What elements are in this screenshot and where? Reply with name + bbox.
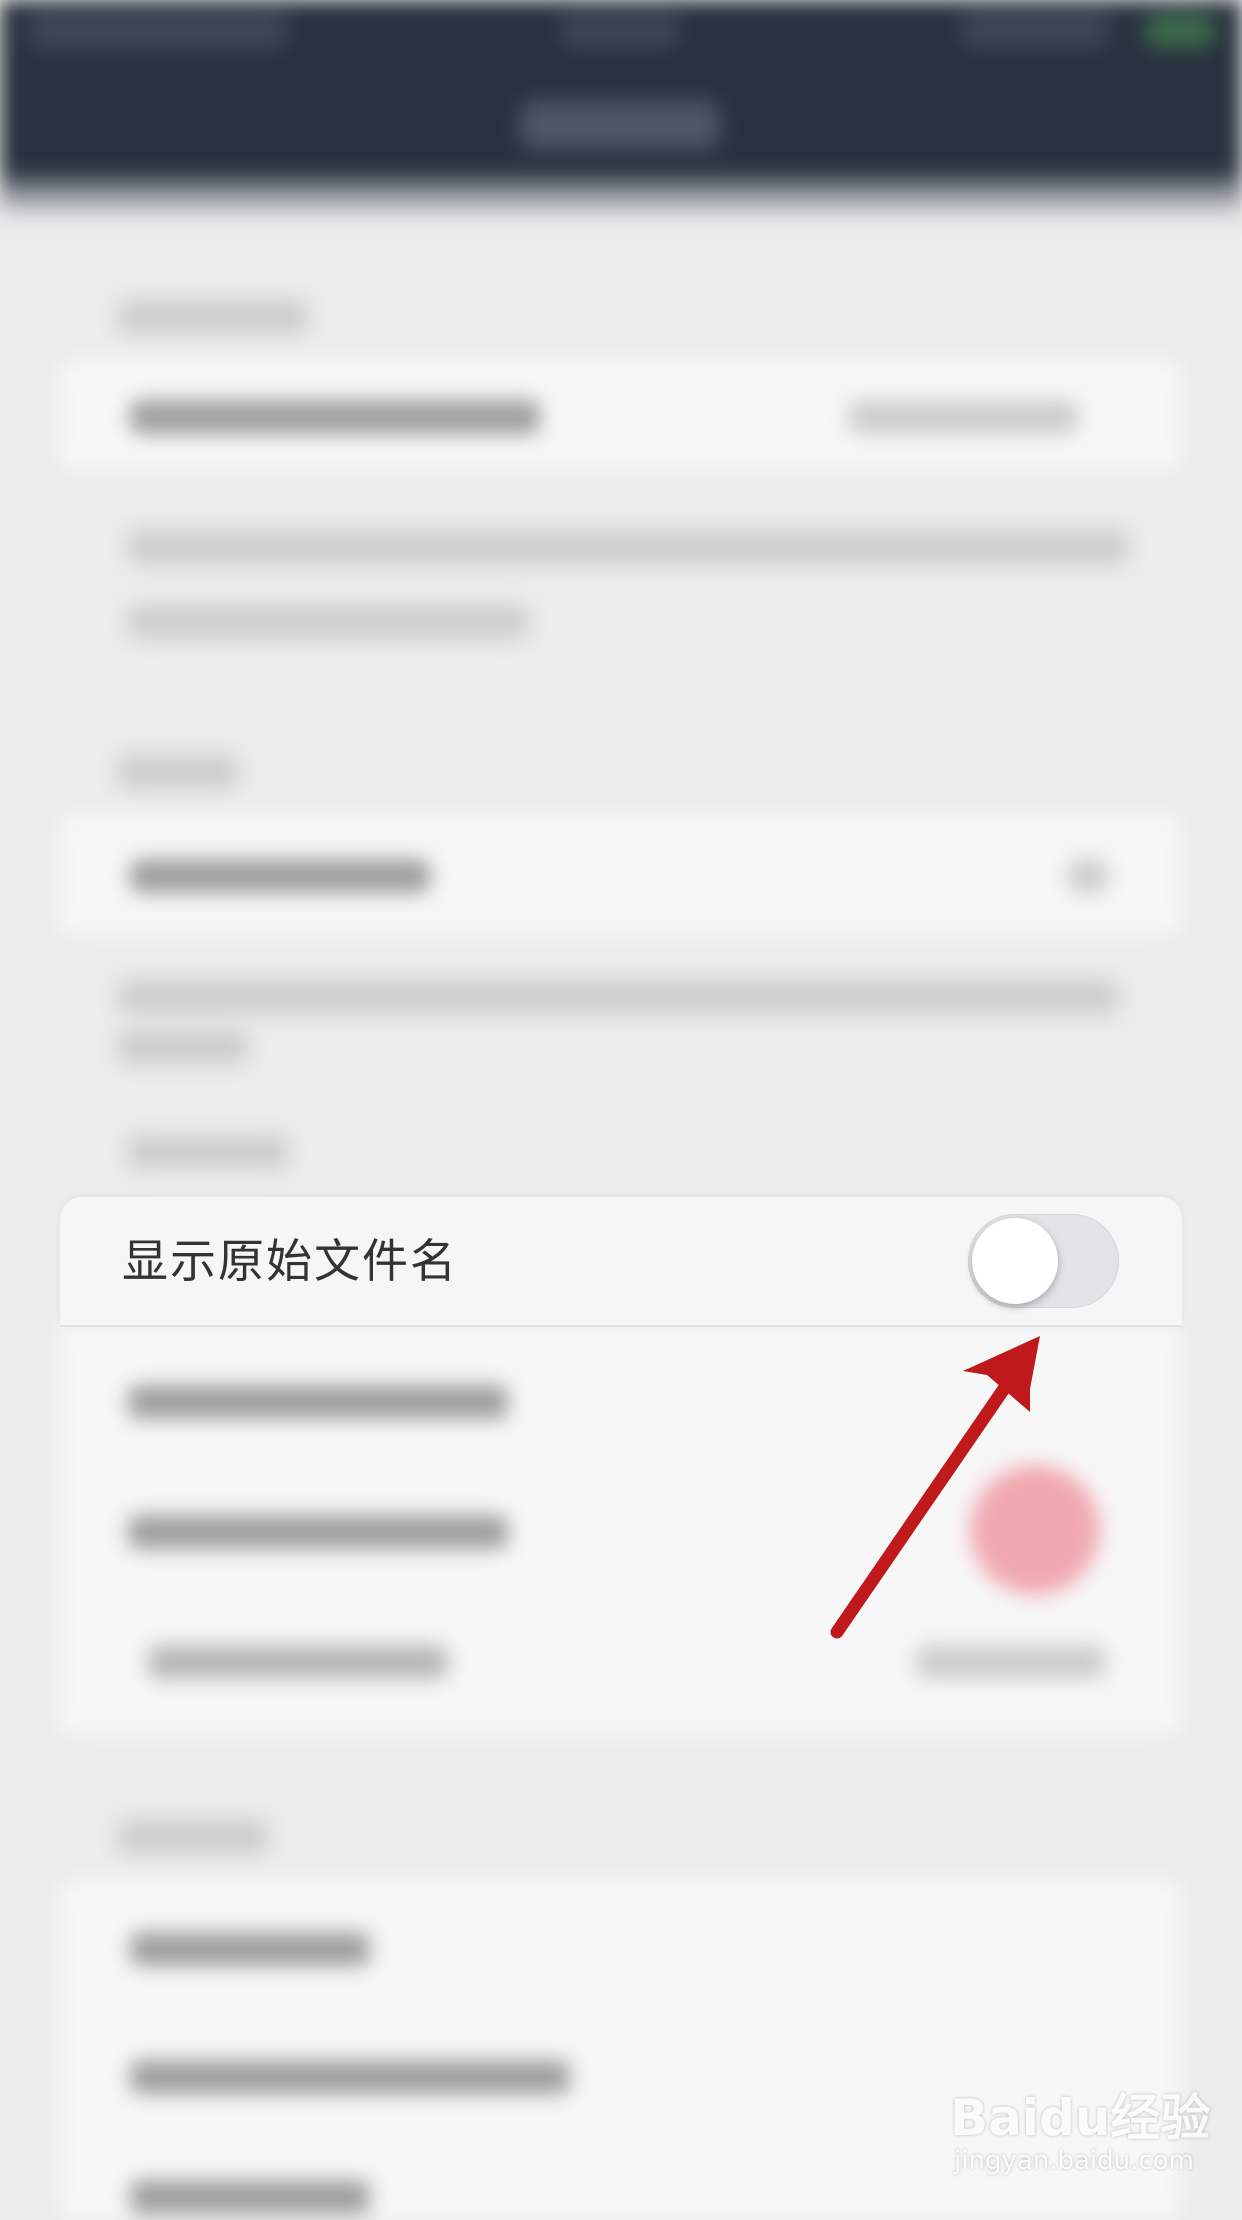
nav-title	[520, 100, 720, 150]
watermark-brand: Baidu经验	[950, 2089, 1211, 2147]
top-bar	[0, 0, 1242, 185]
section-header	[118, 1820, 268, 1854]
watermark-url: jingyan.baidu.com	[954, 2146, 1194, 2176]
show-original-filename-row[interactable]: 显示原始文件名	[60, 1197, 1182, 1327]
section-header	[118, 300, 308, 334]
battery-icon	[1145, 14, 1215, 48]
baidu-watermark: Baidu经验 jingyan.baidu.com	[950, 2078, 1210, 2188]
status-bar-left	[28, 10, 288, 50]
settings-card	[58, 1325, 1182, 1735]
red-indicator	[970, 1465, 1100, 1595]
section-header	[118, 755, 238, 789]
show-original-filename-label: 显示原始文件名	[122, 1234, 458, 1288]
show-original-filename-toggle[interactable]	[968, 1214, 1119, 1308]
blurred-background	[0, 0, 1242, 2220]
settings-card	[58, 360, 1182, 470]
settings-card	[58, 815, 1182, 935]
status-bar-time	[560, 14, 680, 48]
status-bar-right	[960, 12, 1110, 48]
section-header	[128, 1135, 288, 1169]
toggle-knob	[972, 1218, 1058, 1304]
